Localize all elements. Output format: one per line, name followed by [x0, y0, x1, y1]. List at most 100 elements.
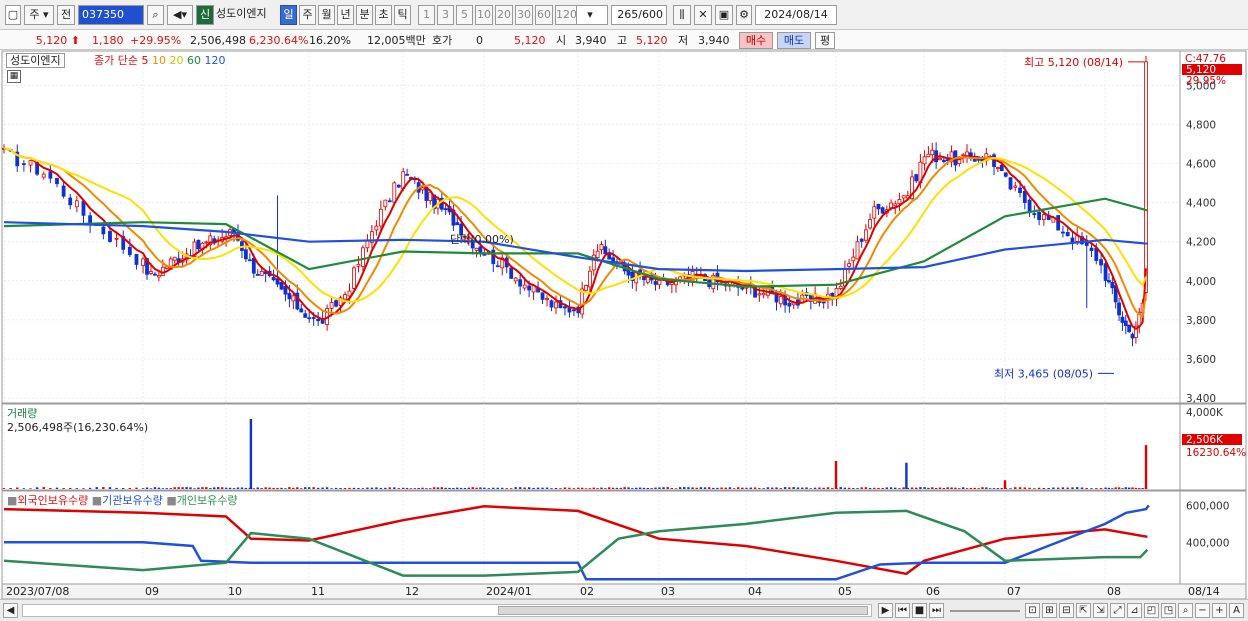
volume-bar: [852, 488, 855, 489]
tool-icon-2[interactable]: ⊞: [1042, 603, 1057, 618]
candle-body: [478, 246, 483, 254]
tool-icon-1[interactable]: ⊡: [1025, 603, 1040, 618]
volume-bar: [779, 488, 782, 489]
volume-bar: [796, 487, 800, 489]
candle-body: [334, 300, 338, 307]
candle-body: [1103, 263, 1108, 281]
tool-icon-8[interactable]: ◰: [1144, 603, 1159, 618]
candle-body: [108, 231, 112, 242]
zoom-out-icon[interactable]: −: [1195, 603, 1210, 618]
volume-bar: [703, 487, 707, 489]
price-tick-label: 4,000: [1186, 276, 1216, 288]
volume-bar: [1111, 488, 1114, 489]
candle-body: [420, 187, 425, 191]
candle-body: [41, 173, 46, 178]
volume-bar: [638, 487, 642, 489]
volume-bar: [141, 488, 145, 489]
first-icon[interactable]: ⏮: [895, 603, 910, 618]
volume-bar: [55, 487, 59, 489]
candle-body: [164, 266, 169, 269]
volume-axis-label: 4,000K: [1186, 407, 1224, 419]
volume-bar: [397, 488, 400, 489]
volume-bar: [459, 487, 463, 489]
volume-bar: [996, 488, 1000, 489]
candle-body: [554, 301, 558, 309]
candle-body: [584, 285, 588, 291]
stock-chart[interactable]: 3,400 3,600 3,800 4,000 4,200 4,400 4,600 4,800…: [0, 0, 1248, 599]
volume-bar: [559, 488, 562, 489]
scroll-left-icon[interactable]: ◀: [3, 603, 18, 618]
volume-bar: [1090, 488, 1093, 489]
candle-body: [1127, 324, 1132, 333]
price-tick-label: 3,600: [1186, 354, 1216, 366]
candle-body: [1003, 172, 1008, 177]
volume-bar: [1061, 487, 1065, 489]
volume-bar: [1138, 488, 1141, 489]
tool-icon-9[interactable]: ◳: [1161, 603, 1176, 618]
volume-bar: [988, 488, 992, 489]
volume-bar: [839, 487, 842, 489]
tool-icon-5[interactable]: ⇲: [1093, 603, 1108, 618]
candle-body: [880, 207, 885, 214]
candle-body: [196, 239, 201, 250]
candle-body: [522, 284, 527, 289]
scroll-right-icon[interactable]: ▶: [878, 603, 893, 618]
volume-bar: [683, 487, 686, 489]
volume-panel-frame: [1, 403, 1247, 491]
volume-bar: [985, 487, 988, 489]
candle-body: [642, 277, 646, 281]
volume-bar: [712, 487, 715, 489]
legend-retail: 개인보유수량: [176, 494, 238, 507]
volume-spike: [1003, 480, 1007, 489]
volume-bar: [388, 487, 392, 489]
candle-body: [572, 309, 576, 312]
candle-body: [68, 197, 73, 206]
scrollbar-track[interactable]: [22, 604, 872, 617]
tool-icon-7[interactable]: ⊿: [1127, 603, 1142, 618]
volume-bar: [666, 487, 669, 489]
font-size-icon[interactable]: A: [1229, 603, 1244, 618]
scrollbar-thumb[interactable]: [498, 606, 868, 615]
chart-stock-name: 성도이엔지: [6, 53, 65, 68]
candle-body: [279, 282, 284, 290]
volume-bar: [444, 487, 447, 489]
volume-bar: [1028, 487, 1031, 489]
volume-bar: [545, 487, 549, 489]
zoom-slider[interactable]: [950, 610, 1020, 612]
last-icon[interactable]: ⏭: [929, 603, 944, 618]
candle-body: [48, 171, 53, 179]
volume-bar: [436, 487, 440, 489]
candle-body: [897, 199, 902, 205]
volume-bar: [753, 487, 757, 489]
volume-bar: [244, 487, 248, 489]
zoom-search-icon[interactable]: ⌕: [1178, 603, 1193, 618]
volume-bar: [728, 487, 732, 489]
price-tick-label: 4,600: [1186, 159, 1216, 171]
tool-icon-6[interactable]: ⤢: [1110, 603, 1125, 618]
volume-bar: [577, 487, 580, 489]
candle-body: [101, 226, 106, 235]
stop-icon[interactable]: ■: [912, 603, 927, 618]
candle-body: [455, 222, 460, 226]
candle-body: [1089, 247, 1094, 252]
volume-bar: [292, 487, 295, 489]
volume-bar: [29, 488, 32, 489]
zoom-in-icon[interactable]: +: [1212, 603, 1227, 618]
candle-body: [114, 237, 119, 240]
volume-bar: [792, 487, 795, 489]
volume-bar: [992, 488, 996, 489]
calculator-icon[interactable]: ▦: [7, 70, 21, 83]
volume-bar: [1042, 488, 1046, 489]
x-tick-label: 04: [748, 585, 762, 598]
volume-bar: [902, 487, 905, 489]
volume-bar: [197, 487, 200, 489]
candle-body: [149, 271, 153, 274]
x-axis-band: [1, 583, 1247, 599]
volume-bar: [366, 487, 369, 489]
volume-bar: [471, 487, 474, 489]
volume-bar: [720, 487, 723, 489]
tool-icon-4[interactable]: ⇱: [1076, 603, 1091, 618]
tool-icon-3[interactable]: ⊟: [1059, 603, 1074, 618]
holding-axis-label: 600,000: [1186, 500, 1229, 512]
candle-body: [509, 267, 514, 279]
